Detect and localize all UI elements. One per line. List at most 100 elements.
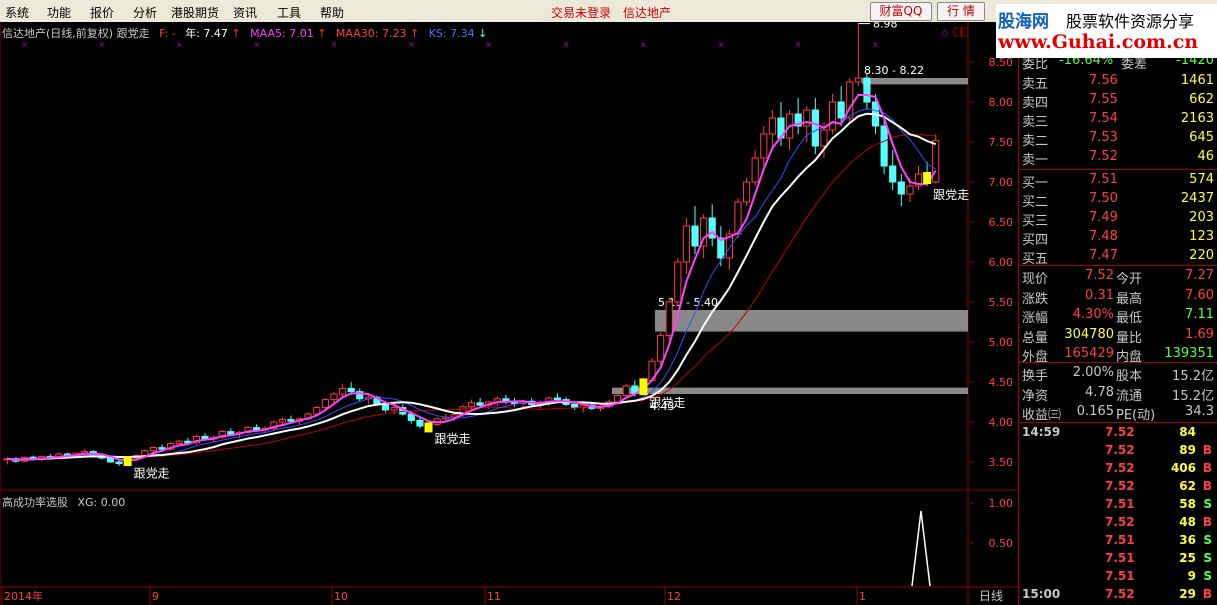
buy-level-2[interactable]: 买二 7.50 2437: [1019, 190, 1217, 210]
sell-level-1[interactable]: 卖一 7.52 46: [1019, 148, 1217, 168]
stat-value: 7.11: [1185, 307, 1214, 322]
top-marker: ×: [99, 40, 106, 49]
menu-tools[interactable]: 工具: [277, 4, 301, 21]
level-price: 7.55: [1089, 92, 1118, 107]
kline-chart-area[interactable]: 8.50 8.00 7.50 7.00 6.50 6.00 5.50 5.00 4.50 4.00…: [0, 22, 1018, 605]
candle-body: [347, 387, 355, 393]
level-price: 7.53: [1089, 130, 1118, 145]
buy-level-5[interactable]: 买五 7.47 220: [1019, 247, 1217, 267]
stat-value: 7.60: [1185, 287, 1214, 303]
y-tick-label: 5.50: [989, 296, 1014, 309]
level-volume: 220: [1189, 248, 1214, 263]
stat-label: 净资: [1022, 388, 1049, 404]
signal-label: 跟党走: [649, 395, 685, 410]
stock-title: 信达地产(日线,前复权) 跟党走: [2, 27, 150, 40]
tick-time: 14:59: [1022, 425, 1061, 439]
candle-body: [906, 185, 914, 195]
price-zone: [862, 78, 968, 85]
menu-hk-futures[interactable]: 港股期货: [171, 4, 219, 21]
sell-level-2[interactable]: 卖二 7.53 645: [1019, 129, 1217, 149]
stat-label: 今开: [1116, 272, 1143, 287]
level-label: 买四: [1022, 233, 1049, 248]
divider: [1019, 362, 1217, 363]
menu-system[interactable]: 系统: [5, 4, 29, 21]
watermark-site: 股海网: [998, 12, 1049, 32]
sell-level-5[interactable]: 卖五 7.56 1461: [1019, 72, 1217, 92]
top-marker: ×: [331, 40, 338, 49]
stat-value: 0.31: [1085, 287, 1114, 303]
year-label: 年: 7.47: [185, 27, 228, 40]
tick-direction: S: [1203, 533, 1212, 547]
level-price: 7.47: [1089, 248, 1118, 263]
wealth-qq-button[interactable]: 财富QQ: [870, 2, 932, 21]
menu-function[interactable]: 功能: [47, 4, 71, 21]
level-volume: 203: [1189, 210, 1214, 225]
login-status[interactable]: 交易未登录: [551, 4, 611, 21]
kline-svg[interactable]: 8.508.007.507.006.506.005.505.004.504.00…: [0, 22, 1018, 605]
signal-label: 跟党走: [435, 431, 471, 446]
menu-quote[interactable]: 报价: [90, 4, 114, 21]
tick-direction: S: [1203, 551, 1212, 565]
x-tick-label: 2014年: [4, 589, 43, 603]
level-volume: 123: [1189, 229, 1214, 244]
stat-value: 2.00%: [1072, 365, 1114, 380]
y-tick-label: 3.50: [989, 456, 1014, 469]
watermark-url: www.Guhai.com.cn: [998, 31, 1199, 53]
tick-direction: B: [1202, 587, 1212, 601]
level-price: 7.54: [1089, 111, 1118, 126]
stat-value: 15.2亿: [1172, 369, 1214, 384]
x-tick-label: 9: [152, 590, 159, 603]
stat-row-1: 涨跌 0.31 最高 7.60: [1019, 287, 1217, 307]
tick-price: 7.51: [1105, 551, 1135, 565]
tick-price: 7.52: [1105, 587, 1135, 601]
tick-direction: B: [1202, 515, 1212, 529]
tick-volume: 9: [1187, 569, 1196, 583]
candle-body: [287, 419, 295, 422]
sub-y-tick-label: 0.50: [989, 537, 1014, 550]
candle-body: [837, 101, 845, 119]
level-label: 卖三: [1022, 115, 1049, 130]
x-tick-label: 12: [667, 590, 681, 603]
menu-news[interactable]: 资讯: [233, 4, 257, 21]
x-tick-label: 10: [334, 590, 348, 603]
candle-body: [622, 385, 630, 397]
level-label: 买一: [1022, 176, 1049, 191]
candle-body: [321, 399, 329, 409]
y-tick-label: 7.50: [989, 136, 1014, 149]
tick-row: 7.51 25 S: [1019, 550, 1217, 568]
buy-level-1[interactable]: 买一 7.51 574: [1019, 171, 1217, 191]
candle-body: [691, 225, 699, 247]
menu-help[interactable]: 帮助: [320, 4, 344, 21]
level-price: 7.51: [1089, 172, 1118, 187]
sell-level-3[interactable]: 卖三 7.54 2163: [1019, 110, 1217, 130]
arrow-down-icon: ↓: [478, 27, 488, 40]
candle-body: [682, 225, 691, 263]
period-label: 日线: [979, 589, 1003, 603]
top-marker: ×: [485, 40, 492, 49]
candle-body: [467, 402, 476, 408]
candle-body: [768, 117, 776, 135]
buy-level-4[interactable]: 买四 7.48 123: [1019, 228, 1217, 248]
sell-level-4[interactable]: 卖四 7.55 662: [1019, 91, 1217, 111]
y-tick-label: 5.00: [989, 336, 1014, 349]
signal-label: 跟党走: [134, 465, 170, 480]
sub-indicator-title: 高成功率选股 XG: 0.00: [2, 494, 125, 510]
stat-value: 15.2亿: [1172, 388, 1214, 404]
signal-marker: [123, 456, 132, 466]
tick-row: 7.52 406 B: [1019, 460, 1217, 478]
market-button[interactable]: 行 情: [937, 2, 985, 21]
candle-body: [880, 125, 888, 167]
menu-analysis[interactable]: 分析: [133, 4, 157, 21]
tick-price: 7.52: [1105, 443, 1135, 457]
tick-direction: B: [1202, 479, 1212, 493]
buy-level-3[interactable]: 买三 7.49 203: [1019, 209, 1217, 229]
candle-body: [863, 77, 871, 103]
candle-body: [338, 387, 347, 395]
arrow-up-icon: ↑: [231, 27, 241, 40]
maa30-label: MAA30: 7.23: [335, 27, 407, 40]
stat-label: 涨幅: [1022, 311, 1049, 326]
arrow-up-icon: ↑: [409, 27, 420, 40]
quote-panel: 委比 -16.64% 委差 -1420 卖五 7.56 1461 卖四 7.55 662 卖…: [1018, 22, 1217, 605]
tick-row: 7.51 58 S: [1019, 496, 1217, 514]
top-marker: ×: [717, 40, 724, 49]
